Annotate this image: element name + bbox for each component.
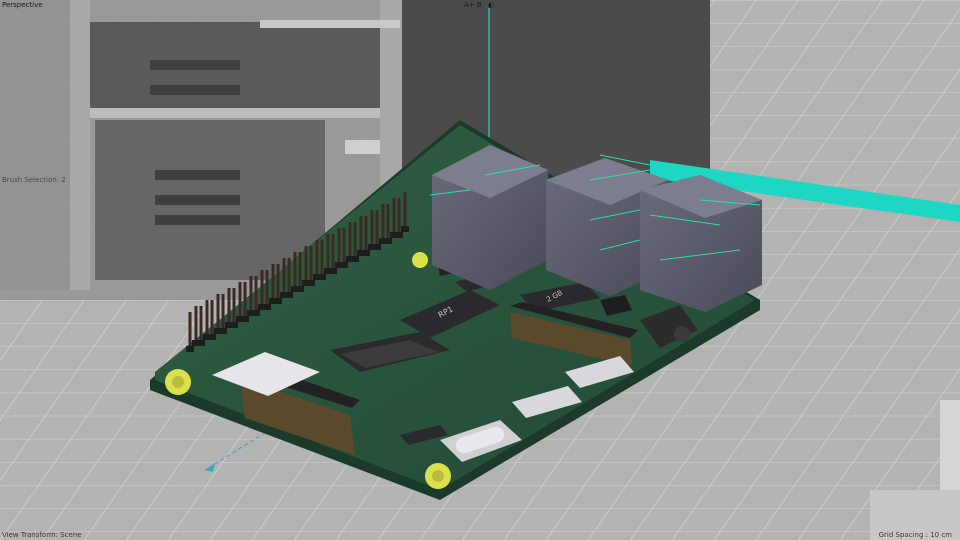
gpio-pin-base xyxy=(203,334,211,340)
grid-spacing-status: Grid Spacing : 10 cm xyxy=(878,531,952,539)
gpio-pin-base xyxy=(335,262,343,268)
3d-viewport[interactable]: RP1 2 GB xyxy=(0,0,960,540)
gpio-pin-base xyxy=(192,340,200,346)
gpio-pin-base xyxy=(247,310,255,316)
gpio-pin-base xyxy=(236,316,244,322)
gpio-pin-base xyxy=(401,226,409,232)
view-name-label[interactable]: Perspective xyxy=(2,1,43,9)
usb-port-stack xyxy=(640,175,762,312)
gpio-pin-base xyxy=(280,292,288,298)
mounting-hole xyxy=(412,252,428,268)
gpio-pin-base xyxy=(214,328,222,334)
gpio-pin-base xyxy=(368,244,376,250)
brush-selection-status: Brush Selection: 2 xyxy=(2,176,66,184)
gpio-pin-base xyxy=(186,346,194,352)
gpio-pin-base xyxy=(269,298,277,304)
view-transform-status: View Transform: Scene xyxy=(2,531,82,539)
gpio-pin-base xyxy=(390,232,398,238)
mounting-hole xyxy=(425,463,451,489)
mounting-hole xyxy=(165,369,191,395)
gpio-pin-base xyxy=(324,268,332,274)
gpio-pin-base xyxy=(302,280,310,286)
gpio-pin-base xyxy=(379,238,387,244)
gpio-pin-base xyxy=(357,250,365,256)
gpio-pin-base xyxy=(291,286,299,292)
gpio-pin-base xyxy=(313,274,321,280)
half-circle-icon[interactable]: ◐ xyxy=(488,1,494,9)
gpio-pin-base xyxy=(346,256,354,262)
gpio-pin-base xyxy=(258,304,266,310)
gpio-pin-base xyxy=(225,322,233,328)
axis-indicator[interactable]: A+ B xyxy=(464,1,482,9)
